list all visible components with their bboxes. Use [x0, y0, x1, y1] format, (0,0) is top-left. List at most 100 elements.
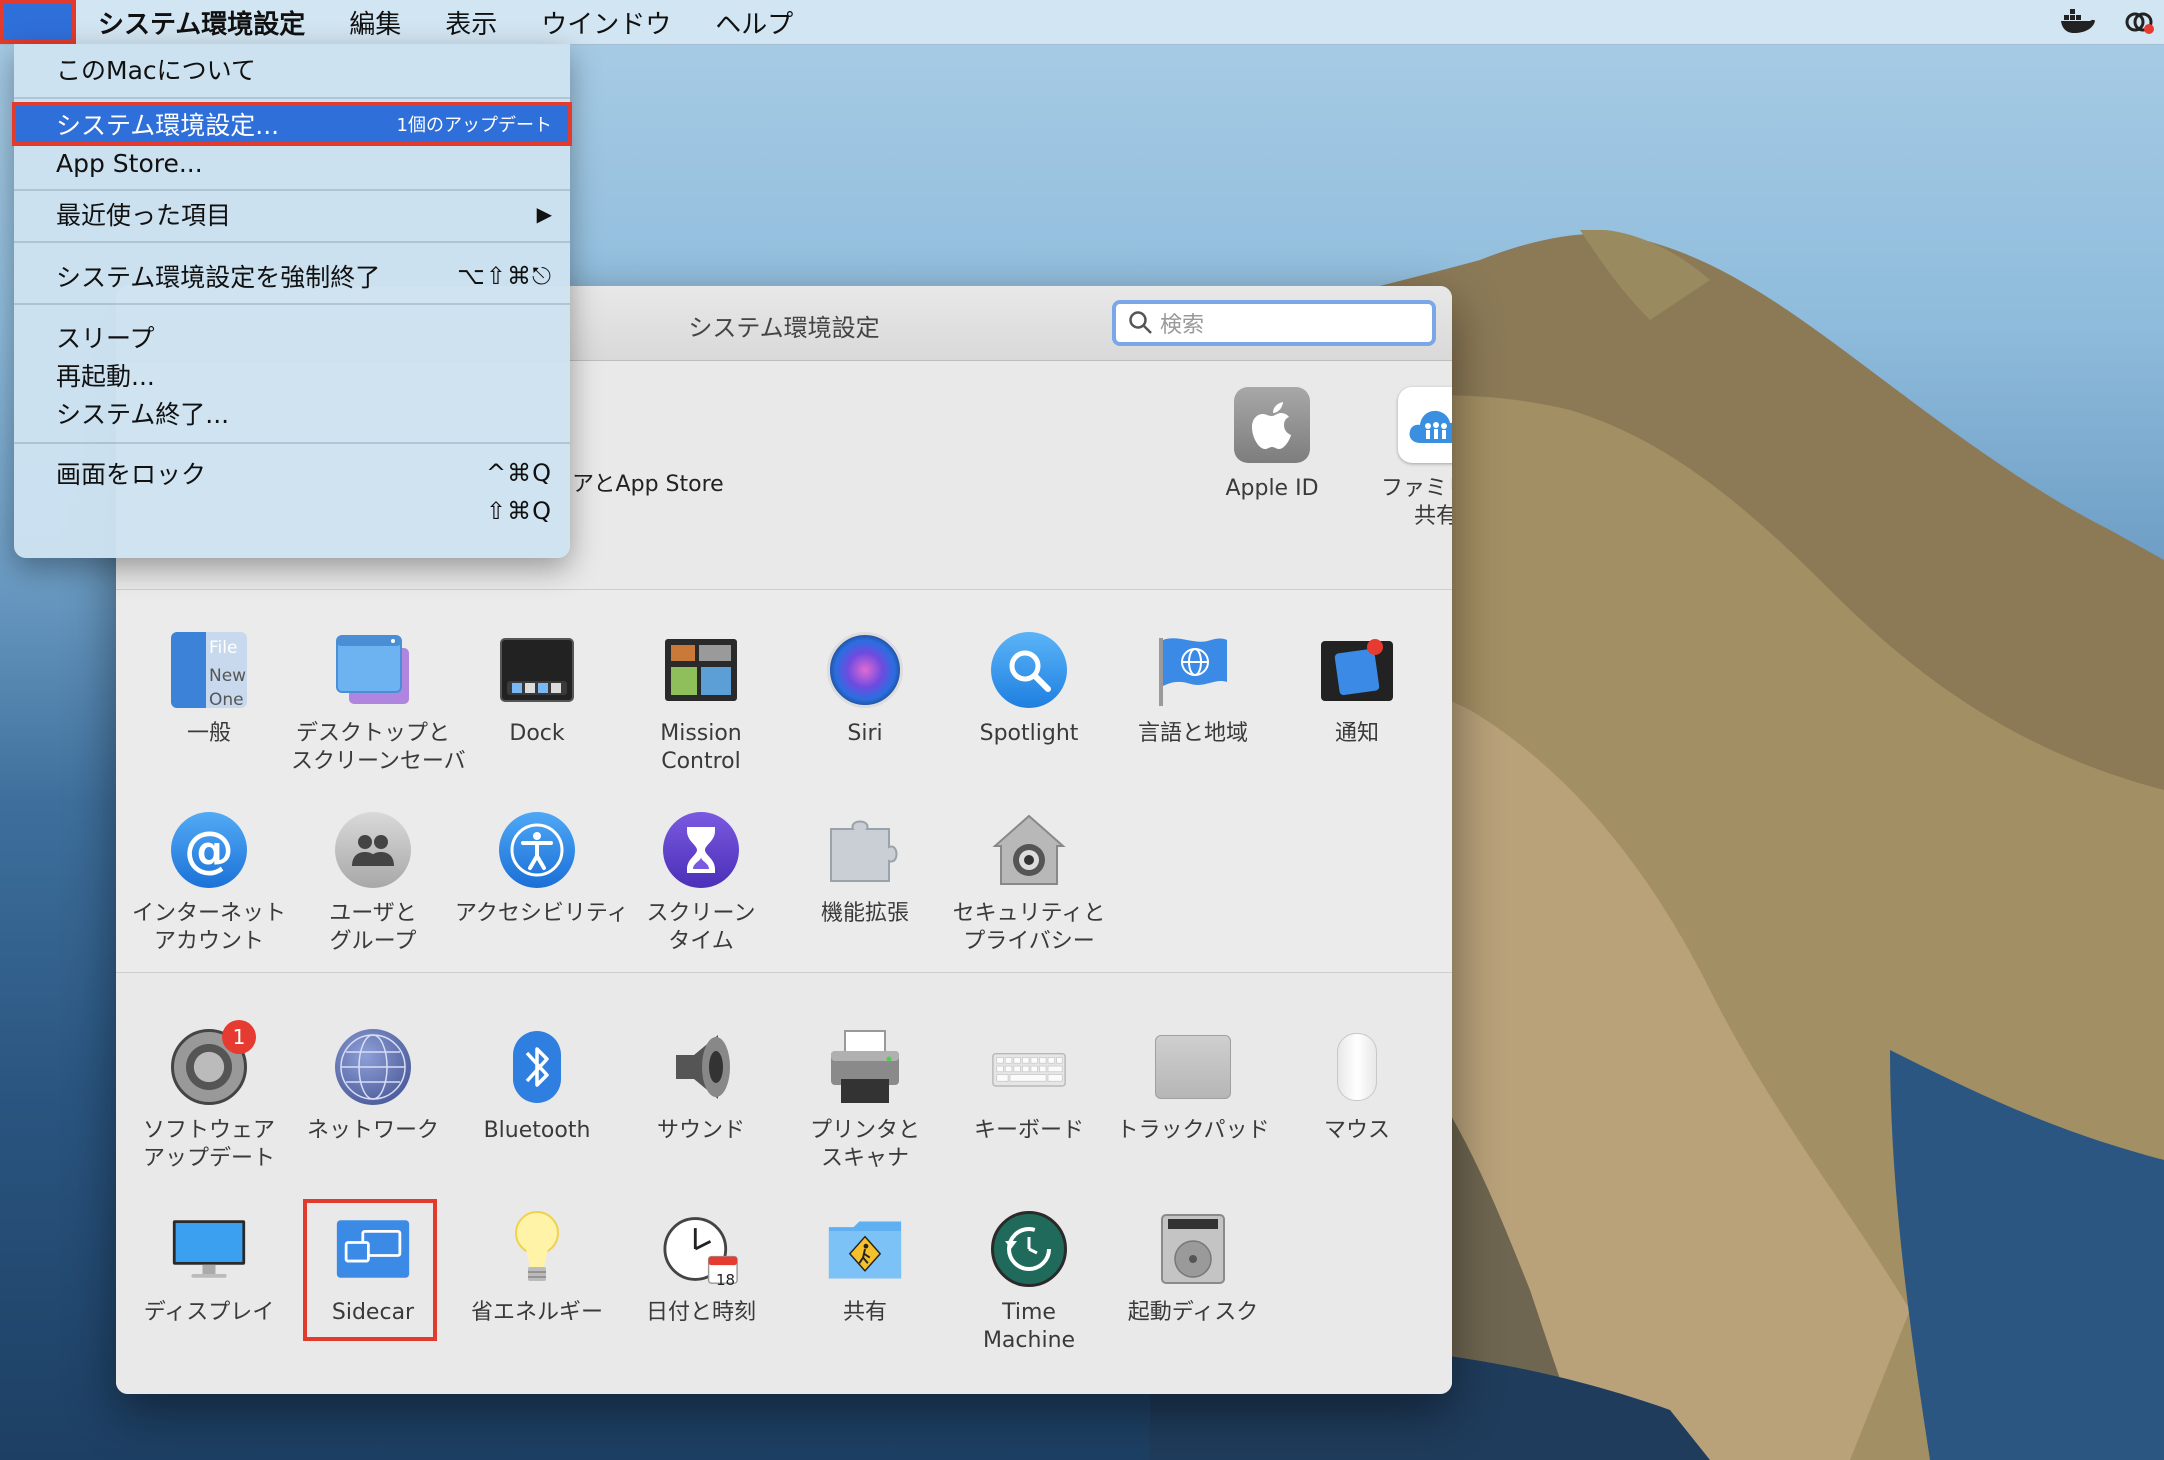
- pref-general[interactable]: File New One 一般: [127, 632, 291, 748]
- pref-screentime-label-2: タイム: [668, 929, 734, 954]
- account-subtitle: アとApp Store: [572, 472, 724, 497]
- pref-desktop-screensaver[interactable]: デスクトップと スクリーンセーバ: [291, 632, 466, 776]
- pref-mission-label-2: Control: [661, 749, 741, 774]
- pref-keyboard[interactable]: キーボード: [947, 1029, 1111, 1145]
- menu-separator: [14, 97, 570, 99]
- pref-apple-id[interactable]: Apple ID: [1190, 387, 1354, 503]
- hourglass-icon: [687, 827, 715, 873]
- pref-desktop-label-1: デスクトップと: [295, 721, 450, 746]
- menu-lock-screen[interactable]: 画面をロック ^⌘Q: [14, 454, 570, 492]
- menu-separator: [14, 241, 570, 243]
- pref-desktop-label-2: スクリーンセーバ: [291, 749, 466, 774]
- dock-icon: [500, 638, 574, 702]
- menu-force-quit[interactable]: システム環境設定を強制終了 ⌥⇧⌘⎋: [14, 257, 570, 295]
- pref-accessibility[interactable]: アクセシビリティ: [455, 812, 629, 928]
- pref-software-label-2: アップデート: [142, 1146, 275, 1171]
- pref-language-region[interactable]: 言語と地域: [1111, 632, 1275, 748]
- mission-control-icon: [665, 639, 737, 701]
- search-field[interactable]: 検索: [1112, 300, 1436, 346]
- pref-network-label: ネットワーク: [306, 1118, 439, 1143]
- menu-help[interactable]: ヘルプ: [693, 4, 815, 41]
- pref-spotlight[interactable]: Spotlight: [947, 632, 1111, 748]
- pref-sharing[interactable]: 共有: [783, 1211, 947, 1327]
- menu-system-preferences[interactable]: システム環境設定... 1個のアップデート: [12, 102, 572, 146]
- pref-mouse-label: マウス: [1323, 1118, 1390, 1143]
- pref-security-label-2: プライバシー: [963, 929, 1095, 954]
- pref-family-sharing[interactable]: ファミリー 共有: [1354, 387, 1452, 531]
- menu-app-name[interactable]: システム環境設定: [76, 4, 327, 41]
- menu-about-mac[interactable]: このMacについて: [14, 50, 570, 88]
- pref-siri[interactable]: Siri: [783, 632, 947, 748]
- pref-bluetooth[interactable]: Bluetooth: [455, 1029, 619, 1145]
- printer-icon: [831, 1030, 899, 1103]
- pref-date-time[interactable]: JUL 18 日付と時刻: [619, 1211, 783, 1327]
- pref-users-label-2: グループ: [329, 929, 417, 954]
- pref-sound[interactable]: サウンド: [619, 1029, 783, 1145]
- pref-trackpad[interactable]: トラックパッド: [1111, 1029, 1275, 1145]
- users-icon: [352, 835, 394, 866]
- menu-separator: [14, 442, 570, 444]
- pref-notifications[interactable]: 通知: [1275, 632, 1439, 748]
- pref-security-label-1: セキュリティと: [952, 901, 1106, 926]
- pref-language-label: 言語と地域: [1137, 721, 1248, 746]
- pref-dock[interactable]: Dock: [455, 632, 619, 748]
- pref-startupdisk-label: 起動ディスク: [1127, 1300, 1259, 1325]
- pref-timemachine-label-2: Machine: [982, 1328, 1076, 1353]
- menu-separator: [14, 303, 570, 305]
- menu-logout[interactable]: ⇧⌘Q: [14, 492, 570, 530]
- pref-printers-label-2: スキャナ: [820, 1146, 909, 1171]
- trackpad-icon: [1155, 1035, 1231, 1099]
- menu-lock-label: 画面をロック: [56, 460, 207, 489]
- pref-mouse[interactable]: マウス: [1275, 1029, 1439, 1145]
- pref-software-update[interactable]: 1 ソフトウェア アップデート: [127, 1020, 291, 1173]
- at-sign-icon: @: [184, 821, 234, 879]
- pref-screentime-label-1: スクリーン: [646, 901, 756, 926]
- pref-internet-accounts[interactable]: @ インターネット アカウント: [127, 812, 291, 956]
- pref-users-groups[interactable]: ユーザと グループ: [291, 812, 455, 956]
- pref-extensions[interactable]: 機能拡張: [783, 812, 947, 928]
- creative-cloud-icon[interactable]: [2124, 9, 2154, 35]
- calendar-day: 18: [716, 1271, 736, 1289]
- menu-restart-label: 再起動...: [56, 362, 155, 391]
- menu-bar: システム環境設定 編集 表示 ウインドウ ヘルプ: [0, 0, 2164, 45]
- pref-general-label: 一般: [186, 721, 231, 746]
- pref-printers-label-1: プリンタと: [809, 1118, 920, 1143]
- menu-edit[interactable]: 編集: [327, 4, 423, 41]
- pref-sound-label: サウンド: [656, 1118, 745, 1143]
- pref-displays-label: ディスプレイ: [143, 1300, 275, 1325]
- menu-logout-shortcut: ⇧⌘Q: [486, 497, 552, 525]
- pref-security-privacy[interactable]: セキュリティと プライバシー: [947, 812, 1111, 956]
- time-machine-icon: [1005, 1227, 1051, 1271]
- menu-app-store[interactable]: App Store...: [14, 144, 570, 182]
- puzzle-piece-icon: [830, 820, 898, 882]
- menu-separator: [14, 189, 570, 191]
- family-cloud-icon: [1409, 410, 1452, 443]
- pref-mission-control[interactable]: Mission Control: [619, 632, 783, 776]
- pref-network[interactable]: ネットワーク: [291, 1029, 455, 1145]
- lightbulb-icon: [515, 1211, 559, 1281]
- network-globe-icon: [340, 1034, 406, 1100]
- pref-displays[interactable]: ディスプレイ: [127, 1211, 291, 1327]
- menu-window[interactable]: ウインドウ: [519, 4, 693, 41]
- menu-view[interactable]: 表示: [423, 4, 519, 41]
- menu-recent-items[interactable]: 最近使った項目 ▶: [14, 195, 570, 233]
- menu-restart[interactable]: 再起動...: [14, 356, 570, 394]
- pref-startup-disk[interactable]: 起動ディスク: [1111, 1211, 1275, 1327]
- mouse-icon: [1337, 1033, 1377, 1101]
- menu-shutdown[interactable]: システム終了...: [14, 394, 570, 432]
- pref-time-machine[interactable]: Time Machine: [947, 1211, 1111, 1355]
- spotlight-magnifier-icon: [1009, 650, 1051, 692]
- apple-menu-icon[interactable]: [0, 0, 76, 44]
- pref-printers-scanners[interactable]: プリンタと スキャナ: [783, 1029, 947, 1173]
- menu-sleep[interactable]: スリープ: [14, 318, 570, 356]
- pref-screen-time[interactable]: スクリーン タイム: [619, 812, 783, 956]
- pref-family-label-1: ファミリー: [1380, 476, 1452, 501]
- display-icon: [172, 1220, 246, 1278]
- flag-globe-icon: [1159, 638, 1227, 706]
- pref-internet-label-1: インターネット: [131, 901, 286, 926]
- submenu-arrow-icon: ▶: [536, 202, 552, 226]
- docker-icon[interactable]: [2060, 9, 2096, 35]
- menu-about-label: このMacについて: [56, 56, 256, 85]
- preferences-section-personal: File New One 一般 デスクトップと スクリーンセーバ Dock Mi…: [116, 590, 1452, 973]
- pref-energy-saver[interactable]: 省エネルギー: [455, 1211, 619, 1327]
